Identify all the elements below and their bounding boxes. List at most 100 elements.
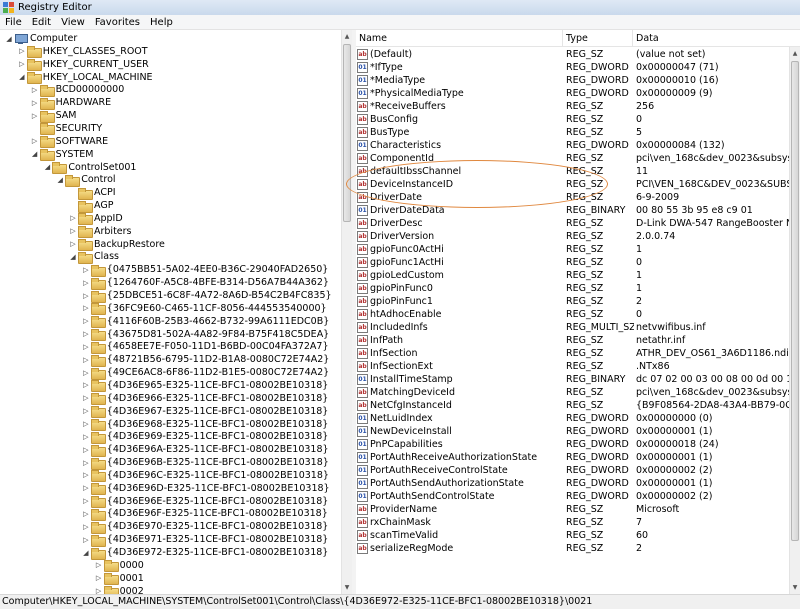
tree-node[interactable]: ▷ {4D36E96E-E325-11CE-BFC1-08002BE10318} [81,495,328,509]
value-row[interactable]: 01 DriverDateData REG_BINARY 00 80 55 3b 95… [356,204,800,217]
expanded-arrow-icon[interactable]: ◢ [68,253,78,261]
tree-node[interactable]: ▷ Arbiters [68,225,132,239]
collapsed-arrow-icon[interactable]: ▷ [81,304,91,312]
tree-node[interactable]: ▷ HKEY_CURRENT_USER [17,58,149,72]
collapsed-arrow-icon[interactable]: ▷ [68,240,78,248]
tree-node[interactable]: ▷ HARDWARE [30,96,111,110]
value-row[interactable]: ab gpioLedCustom REG_SZ 1 [356,269,800,282]
collapsed-arrow-icon[interactable]: ▷ [68,214,78,222]
value-row[interactable]: ab BusConfig REG_SZ 0 [356,113,800,126]
tree-node[interactable]: ▷ {4D36E969-E325-11CE-BFC1-08002BE10318} [81,430,328,444]
collapsed-arrow-icon[interactable]: ▷ [30,86,40,94]
list-scroll-thumb[interactable] [791,61,799,541]
tree-node[interactable]: ▷ {4D36E96B-E325-11CE-BFC1-08002BE10318} [81,456,329,470]
collapsed-arrow-icon[interactable]: ▷ [94,574,104,582]
tree-node[interactable]: ◢ Control [55,173,116,187]
tree-node[interactable]: ▷ {43675D81-502A-4A82-9F84-B75F418C5DEA} [81,328,329,342]
value-row[interactable]: ab DriverDate REG_SZ 6-9-2009 [356,191,800,204]
collapsed-arrow-icon[interactable]: ▷ [81,497,91,505]
collapsed-arrow-icon[interactable]: ▷ [81,279,91,287]
collapsed-arrow-icon[interactable]: ▷ [81,317,91,325]
tree-node[interactable]: ◢ Computer [4,32,77,45]
collapsed-arrow-icon[interactable]: ▷ [81,356,91,364]
value-row[interactable]: 01 PortAuthSendControlState REG_DWORD 0x000… [356,490,800,503]
list-scroll-up-arrow-icon[interactable]: ▲ [790,47,800,60]
list-scroll-down-arrow-icon[interactable]: ▼ [790,581,800,594]
expanded-arrow-icon[interactable]: ◢ [42,163,52,171]
tree-node[interactable]: ▷ {4D36E967-E325-11CE-BFC1-08002BE10318} [81,405,328,419]
tree-node[interactable]: ◢ SYSTEM [30,148,93,162]
tree-node[interactable]: ▷ {4658EE7E-F050-11D1-B6BD-00C04FA372A7} [81,340,329,354]
menu-view[interactable]: View [56,17,90,28]
tree-node[interactable]: ▷ BCD00000000 [30,83,124,97]
tree-node[interactable]: ▷ HKEY_CLASSES_ROOT [17,45,148,59]
value-row[interactable]: ab InfPath REG_SZ netathr.inf [356,334,800,347]
tree-node[interactable]: ▷ SOFTWARE [30,135,108,149]
expanded-arrow-icon[interactable]: ◢ [81,549,91,557]
tree-node[interactable]: ◢ HKEY_LOCAL_MACHINE [17,71,153,85]
collapsed-arrow-icon[interactable]: ▷ [81,536,91,544]
collapsed-arrow-icon[interactable]: ▷ [30,137,40,145]
collapsed-arrow-icon[interactable]: ▷ [94,587,104,594]
collapsed-arrow-icon[interactable]: ▷ [81,446,91,454]
value-row[interactable]: 01 Characteristics REG_DWORD 0x00000084 (13… [356,139,800,152]
tree-node[interactable]: ▷ {48721B56-6795-11D2-B1A8-0080C72E74A2} [81,353,329,367]
tree-node[interactable]: ▷ {4D36E96F-E325-11CE-BFC1-08002BE10318} [81,507,328,521]
collapsed-arrow-icon[interactable]: ▷ [81,394,91,402]
scroll-up-arrow-icon[interactable]: ▲ [342,30,352,43]
tree-scroll-thumb[interactable] [343,44,351,222]
value-row[interactable]: ab InfSectionExt REG_SZ .NTx86 [356,360,800,373]
collapsed-arrow-icon[interactable]: ▷ [81,459,91,467]
value-row[interactable]: 01 NetLuidIndex REG_DWORD 0x00000000 (0) [356,412,800,425]
collapsed-arrow-icon[interactable]: ▷ [81,330,91,338]
collapsed-arrow-icon[interactable]: ▷ [94,561,104,569]
tree-node[interactable]: ▷ 0001 [94,572,144,586]
value-row[interactable]: ab defaultIbssChannel REG_SZ 11 [356,165,800,178]
value-row[interactable]: 01 NewDeviceInstall REG_DWORD 0x00000001 (1… [356,425,800,438]
collapsed-arrow-icon[interactable]: ▷ [81,381,91,389]
collapsed-arrow-icon[interactable]: ▷ [81,407,91,415]
tree-node[interactable]: ▷ SAM [30,109,77,123]
value-row[interactable]: ab htAdhocEnable REG_SZ 0 [356,308,800,321]
value-row[interactable]: 01 PortAuthReceiveAuthorizationState REG_D… [356,451,800,464]
tree-node[interactable]: ▷ {4D36E96D-E325-11CE-BFC1-08002BE10318} [81,482,330,496]
column-data-header[interactable]: Data [633,30,800,47]
list-scrollbar[interactable]: ▲ ▼ [789,47,800,594]
tree-node[interactable]: ACPI [68,186,116,200]
tree-node[interactable]: ▷ {4116F60B-25B3-4662-B732-99A6111EDC0B} [81,315,329,329]
value-row[interactable]: ab gpioFunc0ActHi REG_SZ 1 [356,243,800,256]
tree-scrollbar[interactable]: ▲ ▼ [341,30,352,594]
value-row[interactable]: 01 *IfType REG_DWORD 0x00000047 (71) [356,61,800,74]
value-row[interactable]: ab gpioPinFunc0 REG_SZ 1 [356,282,800,295]
value-row[interactable]: ab serializeRegMode REG_SZ 2 [356,542,800,555]
collapsed-arrow-icon[interactable]: ▷ [81,292,91,300]
tree-node[interactable]: ▷ {4D36E96C-E325-11CE-BFC1-08002BE10318} [81,469,329,483]
value-row[interactable]: ab gpioFunc1ActHi REG_SZ 0 [356,256,800,269]
menu-help[interactable]: Help [145,17,178,28]
tree-node[interactable]: ▷ {1264760F-A5C8-4BFE-B314-D56A7B44A362} [81,276,329,290]
column-type-header[interactable]: Type [563,30,633,47]
value-row[interactable]: 01 PortAuthSendAuthorizationState REG_DWOR… [356,477,800,490]
tree-node[interactable]: ▷ {0475BB51-5A02-4EE0-B36C-29040FAD2650} [81,263,328,277]
column-name-header[interactable]: Name [356,30,563,47]
collapsed-arrow-icon[interactable]: ▷ [30,112,40,120]
tree-node[interactable]: ◢ ControlSet001 [42,161,136,174]
collapsed-arrow-icon[interactable]: ▷ [30,99,40,107]
scroll-down-arrow-icon[interactable]: ▼ [342,581,352,594]
tree-node[interactable]: ▷ BackupRestore [68,238,165,252]
value-row[interactable]: 01 InstallTimeStamp REG_BINARY dc 07 02 00 … [356,373,800,386]
collapsed-arrow-icon[interactable]: ▷ [81,484,91,492]
tree-node[interactable]: ◢ Class [68,250,119,264]
value-row[interactable]: ab (Default) REG_SZ (value not set) [356,48,800,61]
value-row[interactable]: ab DriverVersion REG_SZ 2.0.0.74 [356,230,800,243]
tree-node[interactable]: SECURITY [30,122,102,136]
value-row[interactable]: ab *ReceiveBuffers REG_SZ 256 [356,100,800,113]
collapsed-arrow-icon[interactable]: ▷ [68,227,78,235]
menu-favorites[interactable]: Favorites [90,17,145,28]
value-row[interactable]: ab DeviceInstanceID REG_SZ PCI\VEN_168C&DEV… [356,178,800,191]
tree-node[interactable]: ▷ {4D36E966-E325-11CE-BFC1-08002BE10318} [81,392,328,406]
tree-node[interactable]: ▷ {4D36E968-E325-11CE-BFC1-08002BE10318} [81,418,328,431]
tree-node[interactable]: ▷ {4D36E965-E325-11CE-BFC1-08002BE10318} [81,379,328,393]
tree-node[interactable]: ▷ {4D36E970-E325-11CE-BFC1-08002BE10318} [81,520,328,534]
value-row[interactable]: ab InfSection REG_SZ ATHR_DEV_OS61_3A6D1186… [356,347,800,360]
